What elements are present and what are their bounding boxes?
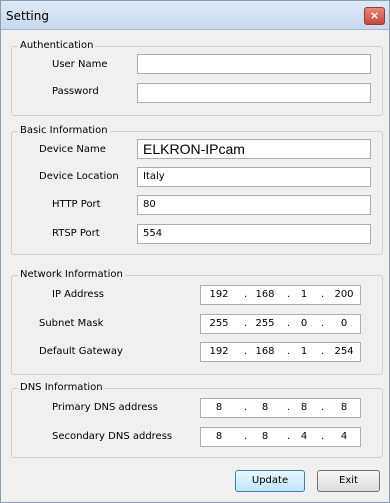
window-title: Setting — [6, 9, 49, 23]
rtsp-port-field[interactable]: 554 — [137, 224, 371, 244]
http-port-field[interactable]: 80 — [137, 195, 371, 215]
subnet-mask-field[interactable]: 255 . 255 . 0 . 0 — [200, 314, 361, 334]
password-label: Password — [52, 86, 99, 97]
user-name-label: User Name — [52, 59, 108, 70]
password-field[interactable] — [137, 83, 371, 103]
device-name-label: Device Name — [39, 144, 106, 155]
primary-dns-field[interactable]: 8 . 8 . 8 . 8 — [200, 398, 361, 418]
http-port-label: HTTP Port — [52, 199, 101, 210]
basic-information-legend: Basic Information — [18, 125, 110, 136]
setting-dialog: Setting × Authentication User Name Passw… — [0, 0, 390, 503]
close-button[interactable]: × — [364, 7, 385, 25]
device-location-label: Device Location — [39, 171, 119, 182]
close-icon: × — [369, 9, 380, 22]
device-location-field[interactable]: Italy — [137, 167, 371, 187]
authentication-legend: Authentication — [18, 40, 96, 51]
exit-button[interactable]: Exit — [317, 470, 380, 492]
title-bar[interactable]: Setting × — [1, 1, 389, 30]
user-name-field[interactable] — [137, 54, 371, 74]
secondary-dns-label: Secondary DNS address — [52, 431, 173, 442]
dns-information-legend: DNS Information — [18, 382, 105, 393]
secondary-dns-field[interactable]: 8 . 8 . 4 . 4 — [200, 427, 361, 447]
update-button[interactable]: Update — [235, 470, 305, 492]
subnet-mask-label: Subnet Mask — [39, 318, 104, 329]
primary-dns-label: Primary DNS address — [52, 402, 158, 413]
default-gateway-label: Default Gateway — [39, 346, 123, 357]
network-information-legend: Network Information — [18, 269, 125, 280]
ip-address-label: IP Address — [52, 289, 104, 300]
ip-address-field[interactable]: 192 . 168 . 1 . 200 — [200, 285, 361, 305]
default-gateway-field[interactable]: 192 . 168 . 1 . 254 — [200, 342, 361, 362]
rtsp-port-label: RTSP Port — [52, 228, 100, 239]
device-name-field[interactable]: ELKRON-IPcam — [137, 139, 371, 159]
